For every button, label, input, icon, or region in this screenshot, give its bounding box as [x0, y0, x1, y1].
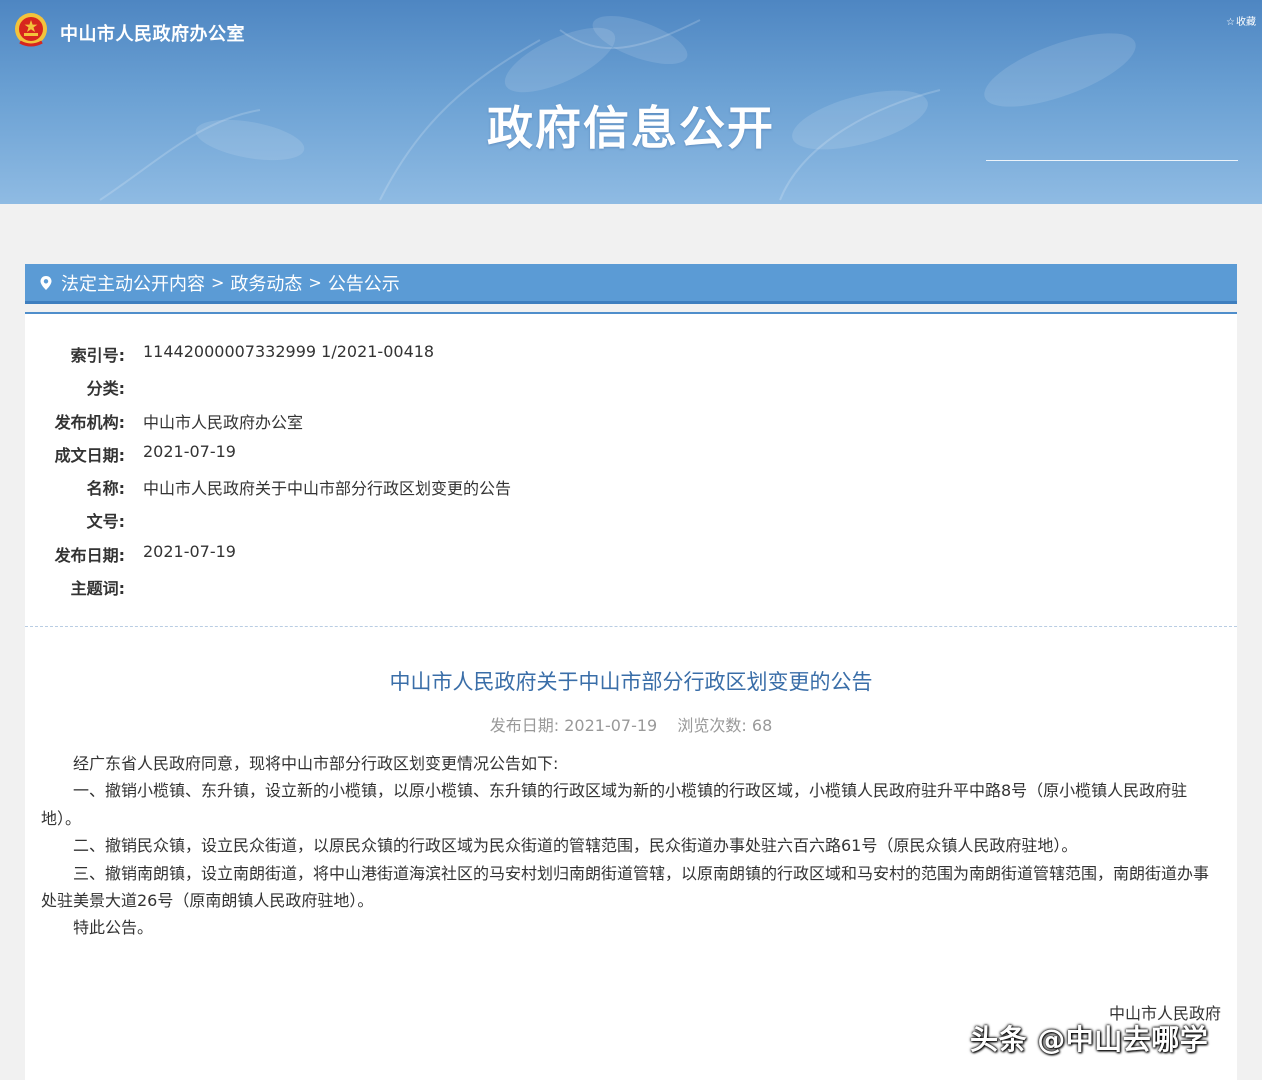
meta-row-category: 分类:: [25, 371, 1237, 404]
national-emblem-icon: [15, 13, 47, 47]
meta-label: 成文日期:: [54, 445, 125, 465]
meta-row-index: 索引号: 11442000007332999 1/2021-00418: [25, 338, 1237, 371]
chevron-right-icon: >: [308, 273, 322, 292]
meta-label: 发布日期:: [54, 545, 125, 565]
meta-row-doc-number: 文号:: [25, 504, 1237, 537]
meta-label: 主题词:: [70, 579, 125, 599]
meta-value: 中山市人民政府办公室: [143, 412, 304, 432]
meta-label: 文号:: [86, 512, 125, 532]
meta-value: 2021-07-19: [143, 441, 236, 461]
meta-label: 分类:: [86, 379, 125, 399]
favorite-label: 收藏: [1236, 17, 1256, 28]
paragraph: 一、撤销小榄镇、东升镇，设立新的小榄镇，以原小榄镇、东升镇的行政区域为新的小榄镇…: [41, 781, 1188, 828]
breadcrumb-item-government-news[interactable]: 政务动态: [230, 270, 302, 296]
meta-value: 2021-07-19: [143, 541, 236, 561]
meta-value: 中山市人民政府关于中山市部分行政区划变更的公告: [143, 479, 512, 499]
views-label: 浏览次数:: [677, 716, 747, 735]
meta-row-written-date: 成文日期: 2021-07-19: [25, 438, 1237, 471]
favorite-button[interactable]: ☆收藏: [1226, 13, 1256, 28]
metadata-table: 索引号: 11442000007332999 1/2021-00418 分类: …: [25, 338, 1237, 604]
breadcrumb: 法定主动公开内容 > 政务动态 > 公告公示: [25, 264, 1237, 304]
meta-label: 索引号:: [70, 346, 125, 365]
publish-date-label: 发布日期:: [489, 716, 560, 735]
views-count: 68: [751, 716, 773, 735]
meta-row-name: 名称: 中山市人民政府关于中山市部分行政区划变更的公告: [25, 471, 1237, 504]
org-name[interactable]: 中山市人民政府办公室: [60, 20, 245, 46]
paragraph: 特此公告。: [73, 918, 154, 938]
star-icon: ☆: [1226, 17, 1235, 28]
meta-row-publish-date: 发布日期: 2021-07-19: [25, 538, 1237, 571]
banner-divider: [986, 160, 1238, 161]
header-banner: 中山市人民政府办公室 ☆收藏 政府信息公开: [0, 0, 1262, 204]
document-body: 经广东省人民政府同意，现将中山市部分行政区划变更情况公告如下: 一、撤销小榄镇、…: [41, 750, 1221, 942]
section-divider: [25, 626, 1237, 627]
meta-label: 名称:: [86, 479, 125, 499]
banner-title: 政府信息公开: [487, 101, 775, 155]
chevron-right-icon: >: [211, 273, 225, 292]
document-info: 发布日期: 2021-07-19 浏览次数: 68: [25, 712, 1237, 736]
document-title: 中山市人民政府关于中山市部分行政区划变更的公告: [389, 670, 873, 694]
publish-date: 2021-07-19: [564, 716, 658, 735]
paragraph: 二、撤销民众镇，设立民众街道，以原民众镇的行政区域为民众街道的管辖范围，民众街道…: [73, 836, 1078, 856]
paragraph: 经广东省人民政府同意，现将中山市部分行政区划变更情况公告如下:: [73, 754, 559, 773]
breadcrumb-item-statutory-content[interactable]: 法定主动公开内容: [61, 270, 205, 296]
meta-label: 发布机构:: [54, 412, 125, 432]
location-pin-icon: [40, 275, 52, 290]
meta-row-keywords: 主题词:: [25, 571, 1237, 604]
breadcrumb-item-announcements[interactable]: 公告公示: [328, 270, 400, 296]
meta-row-publisher: 发布机构: 中山市人民政府办公室: [25, 405, 1237, 438]
meta-value: 11442000007332999 1/2021-00418: [143, 342, 435, 361]
watermark: 头条 @中山去哪学: [970, 1023, 1209, 1056]
content-panel: 索引号: 11442000007332999 1/2021-00418 分类: …: [25, 312, 1237, 1080]
paragraph: 三、撤销南朗镇，设立南朗街道，将中山港街道海滨社区的马安村划归南朗街道管辖，以原…: [41, 863, 1210, 911]
